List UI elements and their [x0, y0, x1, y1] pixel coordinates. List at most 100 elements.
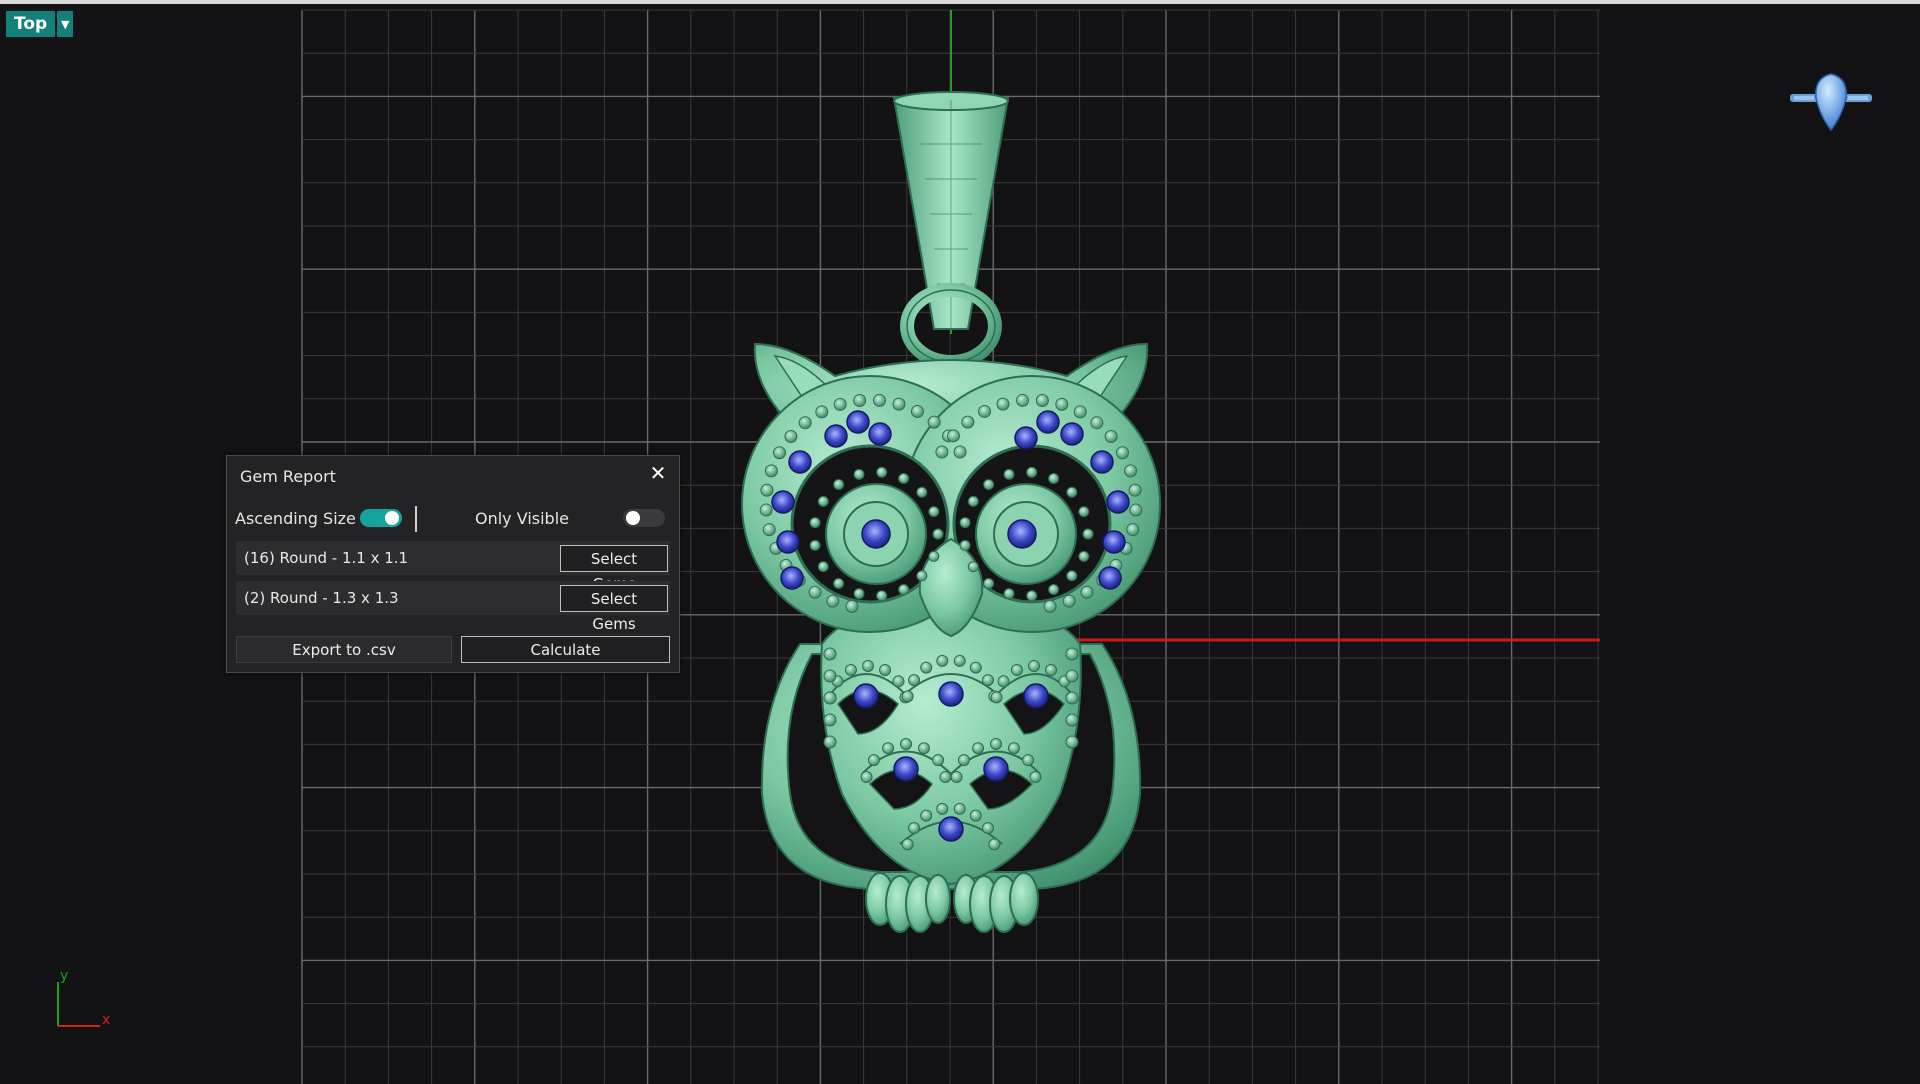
gem-stone[interactable] [824, 424, 848, 448]
prong-bead [1065, 669, 1079, 683]
prong-bead [1073, 405, 1087, 419]
select-gems-button[interactable]: Select Gems [560, 545, 668, 593]
ascending-size-toggle[interactable] [360, 509, 402, 527]
prong-bead [1003, 468, 1015, 480]
gem-stone[interactable] [938, 816, 964, 842]
prong-bead [1048, 584, 1060, 596]
close-icon[interactable]: ✕ [647, 462, 669, 484]
prong-bead [892, 397, 906, 411]
navigation-gizmo[interactable] [1786, 70, 1876, 136]
prong-bead [981, 674, 994, 687]
prong-bead [953, 654, 966, 667]
prong-bead [898, 472, 910, 484]
prong-bead [860, 771, 873, 784]
prong-bead [853, 468, 865, 480]
gem-stone[interactable] [1060, 422, 1084, 446]
prong-bead [996, 397, 1010, 411]
viewport-label[interactable]: Top ▼ [6, 11, 74, 37]
gem-stone[interactable] [771, 490, 795, 514]
prong-bead [1066, 570, 1078, 582]
prong-bead [1048, 472, 1060, 484]
gem-stone[interactable] [780, 566, 804, 590]
gem-stone[interactable] [1102, 530, 1126, 554]
prong-bead [1115, 446, 1129, 460]
gem-stone[interactable] [868, 422, 892, 446]
only-visible-toggle[interactable] [623, 509, 665, 527]
prong-bead [823, 713, 837, 727]
axis-x-label: x [102, 1012, 111, 1028]
gem-report-header[interactable]: Gem Report ✕ [227, 456, 679, 494]
select-gems-button[interactable]: Select Gems [560, 585, 668, 633]
prong-bead [759, 503, 773, 517]
viewport-name[interactable]: Top [6, 11, 56, 37]
export-csv-button[interactable]: Export to .csv [236, 636, 452, 663]
prong-bead [990, 738, 1002, 750]
prong-bead [997, 675, 1010, 688]
prong-bead [823, 669, 837, 683]
prong-bead [959, 539, 971, 551]
prong-bead [815, 405, 829, 419]
prong-bead [817, 561, 829, 573]
gem-stone[interactable] [1007, 519, 1037, 549]
prong-bead [1078, 506, 1090, 518]
gem-stone[interactable] [861, 519, 891, 549]
prong-bead [916, 570, 928, 582]
gem-stone[interactable] [1090, 450, 1114, 474]
prong-bead [901, 690, 914, 703]
gem-stone[interactable] [788, 450, 812, 474]
prong-bead [809, 539, 821, 551]
prong-bead [809, 517, 821, 529]
gem-stone[interactable] [1014, 426, 1038, 450]
gem-stone[interactable] [893, 756, 919, 782]
calculate-button[interactable]: Calculate [461, 636, 670, 663]
ascending-size-label: Ascending Size [235, 509, 356, 528]
gem-row[interactable]: (2) Round - 1.3 x 1.3 Select Gems [236, 581, 670, 633]
prong-bead [1128, 483, 1142, 497]
gem-stone[interactable] [983, 756, 1009, 782]
triangle-down-icon[interactable]: ▼ [57, 11, 74, 37]
prong-bead [784, 429, 798, 443]
prong-bead [876, 590, 888, 602]
prong-bead [823, 647, 837, 661]
gem-stone[interactable] [938, 681, 964, 707]
gem-stone[interactable] [776, 530, 800, 554]
prong-bead [823, 735, 837, 749]
prong-bead [917, 742, 930, 755]
gem-stone[interactable] [1098, 566, 1122, 590]
gem-report-panel[interactable]: Gem Report ✕ Ascending Size Only Visible… [226, 455, 680, 673]
prong-bead [1065, 713, 1079, 727]
prong-bead [844, 664, 857, 677]
gem-stone[interactable] [1023, 683, 1049, 709]
prong-bead [867, 754, 880, 767]
gem-report-options: Ascending Size Only Visible [235, 504, 675, 534]
prong-bead [833, 577, 845, 589]
prong-bead [845, 599, 859, 613]
prong-bead [898, 584, 910, 596]
prong-bead [967, 561, 979, 573]
prong-bead [808, 585, 822, 599]
prong-bead [1078, 550, 1090, 562]
prong-bead [928, 550, 940, 562]
prong-bead [1104, 429, 1118, 443]
prong-bead [1010, 664, 1023, 677]
axis-y-label: y [60, 968, 69, 984]
prong-bead [1065, 691, 1079, 705]
gem-stone[interactable] [1106, 490, 1130, 514]
prong-bead [1029, 771, 1042, 784]
prong-bead [1065, 735, 1079, 749]
gem-stone[interactable] [846, 410, 870, 434]
prong-bead [876, 466, 888, 478]
gem-stone[interactable] [853, 683, 879, 709]
owl-pendant-model[interactable] [741, 91, 1161, 933]
gem-row[interactable]: (16) Round - 1.1 x 1.1 Select Gems [236, 541, 670, 593]
3d-viewport[interactable]: Top ▼ y x Gem Report ✕ Ascending Size On… [0, 0, 1920, 1084]
prong-bead [853, 588, 865, 600]
prong-bead [936, 654, 949, 667]
gem-row-label: (2) Round - 1.3 x 1.3 [244, 589, 399, 607]
prong-bead [936, 802, 949, 815]
prong-bead [1062, 594, 1076, 608]
gizmo-icon[interactable] [1786, 70, 1876, 136]
prong-bead [972, 742, 985, 755]
gem-stone[interactable] [1036, 410, 1060, 434]
prong-bead [1129, 503, 1143, 517]
